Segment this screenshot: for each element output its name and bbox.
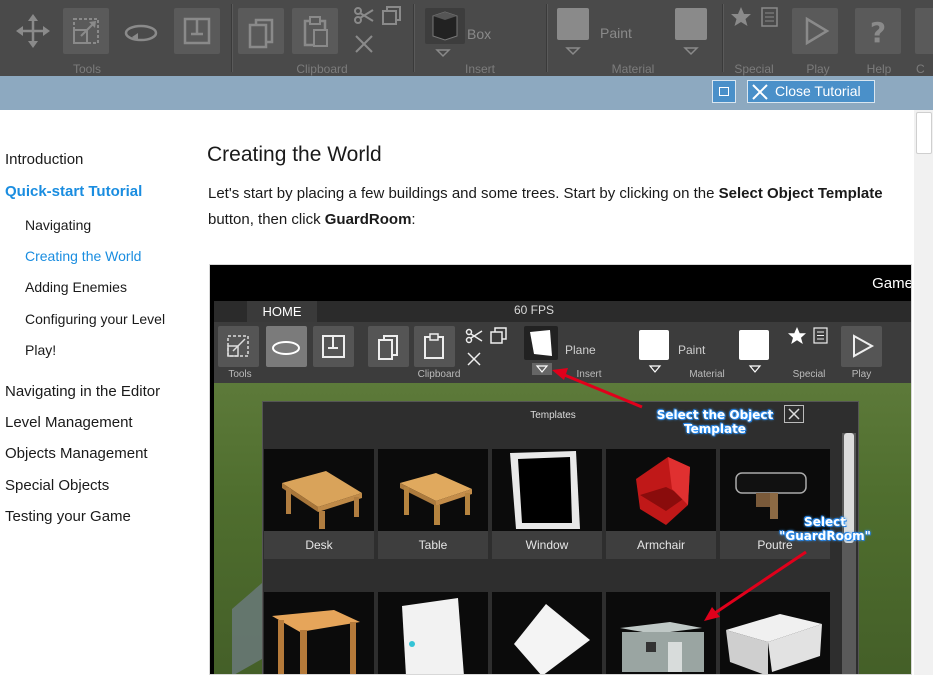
toolbar-separator [413, 4, 414, 72]
rotate-icon [124, 24, 158, 42]
more-group-label: C [916, 62, 925, 76]
annotation-arrows [552, 368, 807, 621]
special-group: Special [724, 0, 784, 76]
chevron-down-icon[interactable] [683, 46, 699, 56]
play-group: Play [790, 0, 846, 76]
nav-quick-start-tutorial[interactable]: Quick-start Tutorial [5, 183, 142, 200]
scale-tool-button[interactable] [63, 8, 109, 54]
box-icon [432, 11, 458, 41]
svg-text:?: ? [870, 16, 886, 49]
paint-swatch[interactable] [557, 8, 589, 40]
tools-group: Tools [0, 0, 220, 76]
more-button[interactable] [915, 8, 933, 54]
tutorial-screenshot: Game HOME 60 FPS Tools Clipboard Plane I… [209, 264, 912, 675]
para-text: Let's start by placing a few buildings a… [208, 185, 719, 202]
star-icon[interactable] [730, 6, 752, 28]
page-scrollbar[interactable] [914, 110, 933, 675]
chevron-down-icon[interactable] [565, 46, 581, 56]
play-group-label: Play [806, 62, 830, 76]
close-icon [752, 84, 768, 100]
close-tutorial-label: Close Tutorial [775, 83, 861, 99]
rotate-tool-button[interactable] [118, 8, 164, 54]
toolbar-separator [546, 4, 547, 72]
close-tutorial-button[interactable]: Close Tutorial [747, 80, 875, 103]
paste-icon [303, 16, 328, 47]
nav-adding-enemies[interactable]: Adding Enemies [25, 279, 127, 295]
minimize-tutorial-button[interactable] [712, 80, 736, 103]
clipboard-group-label: Clipboard [296, 62, 348, 76]
help-group: ? Help [852, 0, 906, 76]
more-group: C [910, 0, 933, 76]
copy-button[interactable] [238, 8, 284, 54]
help-group-label: Help [866, 62, 892, 76]
move-icon [16, 14, 50, 48]
insert-object-name: Box [467, 26, 492, 42]
editor-toolbar: Tools Clipboard Box Insert Paint Materia… [0, 0, 933, 76]
tools-group-label: Tools [72, 62, 101, 76]
paste-button[interactable] [292, 8, 338, 54]
nav-testing-your-game[interactable]: Testing your Game [5, 508, 131, 525]
page-scrollbar-thumb[interactable] [916, 112, 932, 154]
move-tool-button[interactable] [10, 8, 56, 54]
paint-label: Paint [600, 25, 632, 41]
cut-icon[interactable] [353, 6, 375, 26]
nav-special-objects[interactable]: Special Objects [5, 477, 109, 494]
copy-icon [248, 18, 274, 49]
place-tool-button[interactable] [174, 8, 220, 54]
help-button[interactable]: ? [855, 8, 901, 54]
toolbar-separator [722, 4, 723, 72]
nav-navigating[interactable]: Navigating [25, 217, 91, 233]
material-group: Paint Material [548, 0, 718, 76]
nav-level-management[interactable]: Level Management [5, 414, 133, 431]
insert-group: Box Insert [415, 0, 545, 76]
play-icon [805, 16, 830, 46]
special-group-label: Special [734, 62, 774, 76]
instruction-paragraph: Let's start by placing a few buildings a… [208, 181, 913, 233]
material-swatch[interactable] [675, 8, 707, 40]
help-icon: ? [870, 16, 886, 49]
annotation-select-template: Select the Object Template [656, 408, 774, 436]
nav-navigating-in-the-editor[interactable]: Navigating in the Editor [5, 383, 160, 400]
nav-configuring-your-level[interactable]: Configuring your Level [25, 311, 165, 327]
insert-group-label: Insert [464, 62, 495, 76]
para-bold-guardroom: GuardRoom [324, 211, 412, 228]
chevron-down-icon[interactable] [435, 48, 451, 58]
snap-icon [183, 17, 211, 45]
scale-icon [73, 18, 99, 44]
para-bold-select-object-template: Select Object Template [718, 185, 883, 202]
para-text: button, then click [208, 211, 325, 228]
select-object-template-button[interactable] [425, 8, 465, 44]
minimize-icon [719, 87, 729, 96]
play-button[interactable] [792, 8, 838, 54]
delete-icon[interactable] [354, 34, 374, 54]
toolbar-separator [231, 4, 232, 72]
nav-creating-the-world[interactable]: Creating the World [25, 248, 141, 264]
para-text: : [411, 211, 416, 228]
annotation-select-guardroom: Select "GuardRoom" [779, 515, 871, 543]
duplicate-icon[interactable] [381, 5, 403, 27]
nav-introduction[interactable]: Introduction [5, 151, 83, 168]
nav-play[interactable]: Play! [25, 342, 56, 358]
clipboard-group: Clipboard [233, 0, 411, 76]
nav-objects-management[interactable]: Objects Management [5, 445, 148, 462]
page-title: Creating the World [207, 143, 382, 166]
material-group-label: Material [611, 62, 655, 76]
list-icon[interactable] [760, 6, 780, 28]
